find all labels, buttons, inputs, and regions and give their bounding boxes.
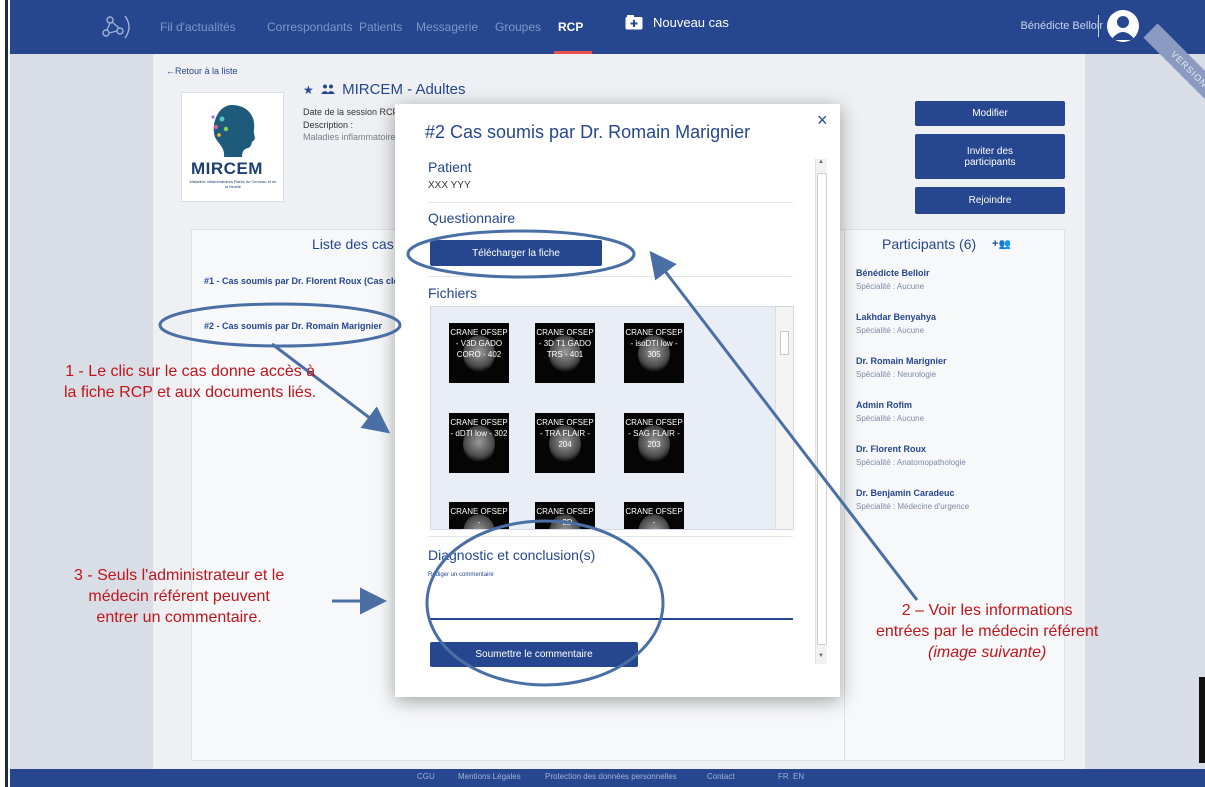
annotation-2-line: (image suivante): [928, 644, 1047, 661]
annotation-1-line: 1 - Le clic sur le cas donne accès à: [65, 363, 316, 380]
annotation-1-line: la fiche RCP et aux documents liés.: [64, 384, 317, 401]
comment-highlight-ellipse: [425, 519, 665, 687]
download-highlight-ellipse: [406, 229, 636, 279]
annotation-3-line: entrer un commentaire.: [96, 609, 262, 626]
case-highlight-ellipse: [158, 302, 402, 348]
annotation-2-line: 2 – Voir les informations: [901, 602, 1073, 619]
annotation-3-line: 3 - Seuls l'administrateur et le: [74, 567, 285, 584]
annotation-3: 3 - Seuls l'administrateur et le médecin…: [74, 565, 284, 628]
arrow-to-download: [649, 250, 919, 601]
annotation-1: 1 - Le clic sur le cas donne accès à la …: [64, 361, 316, 403]
annotation-2: 2 – Voir les informations entrées par le…: [876, 600, 1098, 663]
annotation-2-line: entrées par le médecin référent: [876, 623, 1099, 640]
annotation-3-line: médecin référent peuvent: [88, 588, 270, 605]
